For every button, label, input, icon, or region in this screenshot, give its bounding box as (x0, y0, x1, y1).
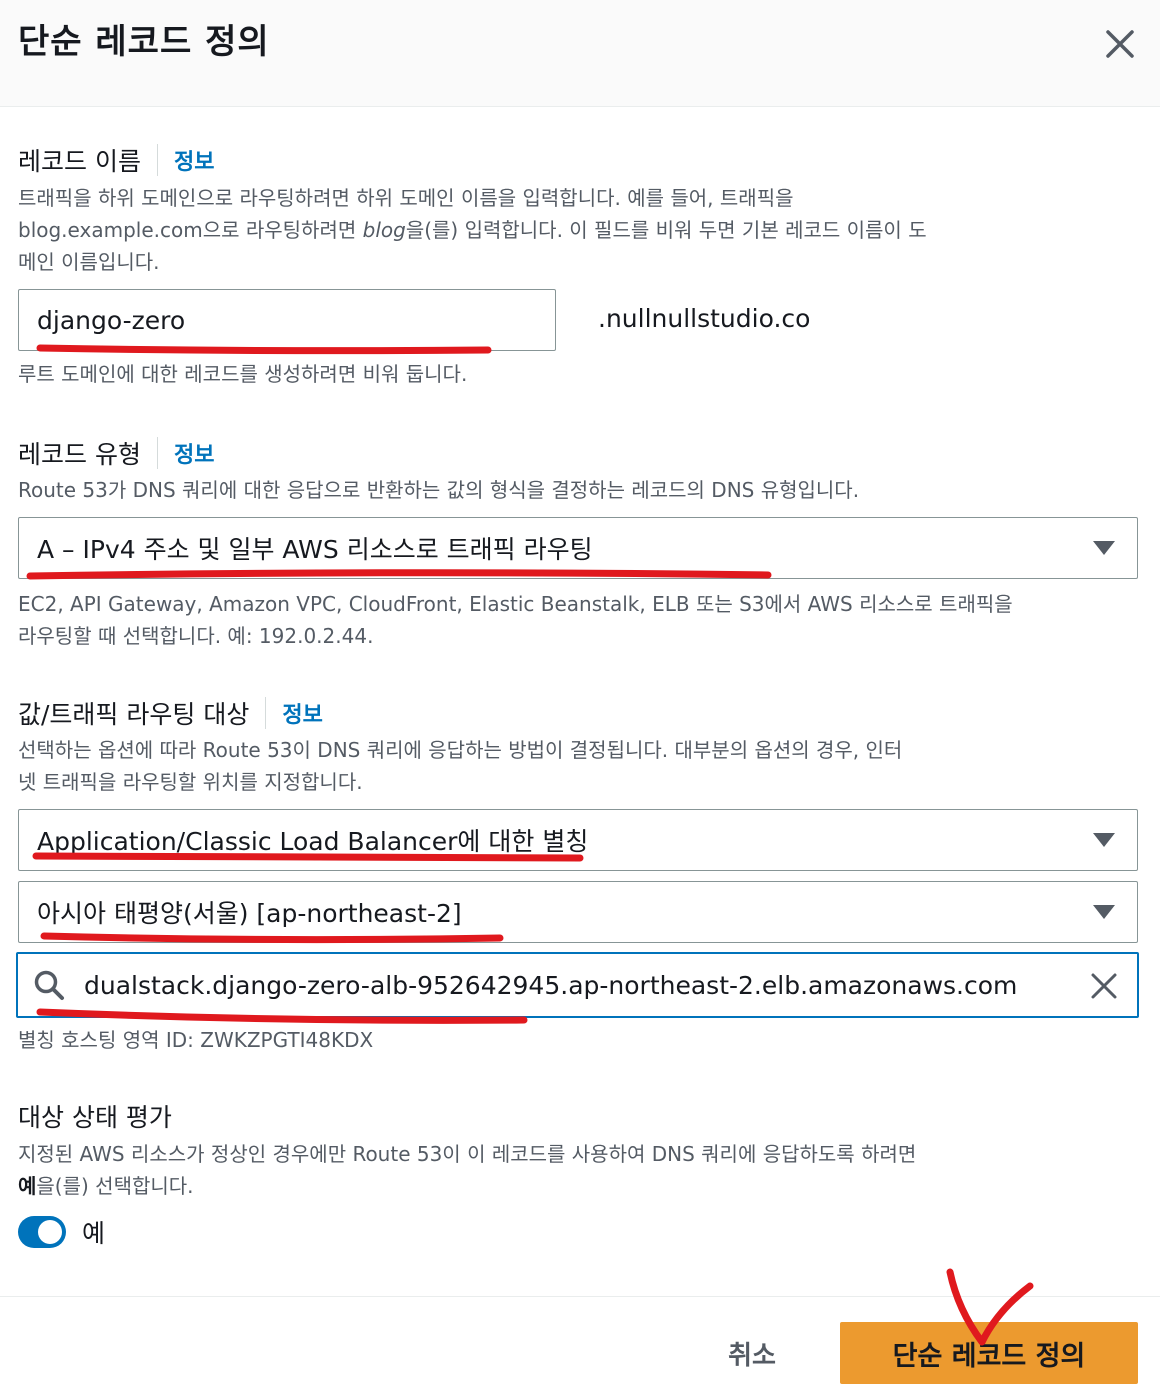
record-type-description: Route 53가 DNS 쿼리에 대한 응답으로 반환하는 값의 형식을 결정… (18, 478, 860, 502)
toggle-label: 예 (82, 1219, 106, 1248)
caret-down-icon (1093, 833, 1115, 847)
evaluate-health-toggle[interactable] (18, 1216, 66, 1248)
toggle-knob (38, 1220, 62, 1244)
health-description: 지정된 AWS 리소스가 정상인 경우에만 Route 53이 이 레코드를 사… (18, 1138, 1138, 1202)
description-emphasis: 예 (18, 1174, 37, 1198)
routing-target-label: 값/트래픽 라우팅 대상 (18, 700, 250, 729)
record-name-info-link[interactable]: 정보 (174, 144, 214, 176)
record-name-label: 레코드 이름 (18, 147, 141, 176)
load-balancer-value: dualstack.django-zero-alb-952642945.ap-n… (84, 970, 1018, 1000)
region-selected: 아시아 태평양(서울) [ap-northeast-2] (37, 899, 462, 928)
divider (156, 437, 158, 469)
record-type-info-link[interactable]: 정보 (174, 437, 214, 469)
description-line: 트래픽을 하위 도메인으로 라우팅하려면 하위 도메인 이름을 입력합니다. 예… (18, 186, 794, 210)
record-type-hint: EC2, API Gateway, Amazon VPC, CloudFront… (18, 588, 1138, 652)
divider (265, 697, 267, 729)
description-line: 넷 트래픽을 라우팅할 위치를 지정합니다. (18, 770, 363, 794)
record-name-label-row: 레코드 이름 정보 (18, 142, 214, 178)
region-select[interactable]: 아시아 태평양(서울) [ap-northeast-2] (18, 881, 1138, 943)
record-name-input[interactable]: django-zero (18, 289, 556, 351)
routing-target-info-link[interactable]: 정보 (282, 697, 322, 729)
health-label-row: 대상 상태 평가 (18, 1098, 172, 1134)
endpoint-selected: Application/Classic Load Balancer에 대한 별칭 (37, 827, 589, 856)
modal-title: 단순 레코드 정의 (18, 22, 270, 62)
record-name-description: 트래픽을 하위 도메인으로 라우팅하려면 하위 도메인 이름을 입력합니다. 예… (18, 182, 1138, 278)
description-line: 예을(를) 선택합니다. (18, 1170, 1138, 1202)
description-text: blog.example.com으로 라우팅하려면 (18, 218, 363, 242)
health-label: 대상 상태 평가 (18, 1103, 172, 1132)
search-icon (34, 970, 64, 1000)
description-line: 메인 이름입니다. (18, 250, 160, 274)
hint-line: EC2, API Gateway, Amazon VPC, CloudFront… (18, 592, 1013, 616)
description-emphasis: blog (362, 218, 406, 242)
endpoint-select[interactable]: Application/Classic Load Balancer에 대한 별칭 (18, 809, 1138, 871)
domain-suffix: .nullnullstudio.co (598, 304, 811, 333)
hosted-zone-id: 별칭 호스팅 영역 ID: ZWKZPGTI48KDX (18, 1028, 374, 1052)
close-icon[interactable] (1100, 24, 1140, 64)
record-type-selected: A – IPv4 주소 및 일부 AWS 리소스로 트래픽 라우팅 (37, 535, 593, 564)
divider (156, 144, 158, 176)
load-balancer-search-input[interactable]: dualstack.django-zero-alb-952642945.ap-n… (16, 952, 1139, 1018)
record-type-label-row: 레코드 유형 정보 (18, 435, 214, 471)
description-text: 을(를) 선택합니다. (36, 1174, 194, 1198)
description-text: 을(를) 입력합니다. 이 필드를 비워 두면 기본 레코드 이름이 도 (405, 218, 927, 242)
caret-down-icon (1093, 541, 1115, 555)
description-line: 지정된 AWS 리소스가 정상인 경우에만 Route 53이 이 레코드를 사… (18, 1142, 917, 1166)
record-type-select[interactable]: A – IPv4 주소 및 일부 AWS 리소스로 트래픽 라우팅 (18, 517, 1138, 579)
routing-target-label-row: 값/트래픽 라우팅 대상 정보 (18, 695, 323, 731)
caret-down-icon (1093, 905, 1115, 919)
modal-header: 단순 레코드 정의 (0, 0, 1160, 107)
cancel-button[interactable]: 취소 (706, 1330, 798, 1376)
footer-divider (0, 1296, 1160, 1297)
clear-icon[interactable] (1089, 971, 1119, 1001)
description-line: blog.example.com으로 라우팅하려면 blog을(를) 입력합니다… (18, 214, 1138, 246)
record-name-hint: 루트 도메인에 대한 레코드를 생성하려면 비워 둡니다. (18, 362, 468, 386)
record-name-value: django-zero (37, 305, 186, 335)
description-line: 선택하는 옵션에 따라 Route 53이 DNS 쿼리에 응답하는 방법이 결… (18, 738, 903, 762)
routing-target-description: 선택하는 옵션에 따라 Route 53이 DNS 쿼리에 응답하는 방법이 결… (18, 734, 1138, 798)
define-simple-record-button[interactable]: 단순 레코드 정의 (840, 1322, 1138, 1384)
record-type-label: 레코드 유형 (18, 440, 141, 469)
hint-line: 라우팅할 때 선택합니다. 예: 192.0.2.44. (18, 624, 374, 648)
